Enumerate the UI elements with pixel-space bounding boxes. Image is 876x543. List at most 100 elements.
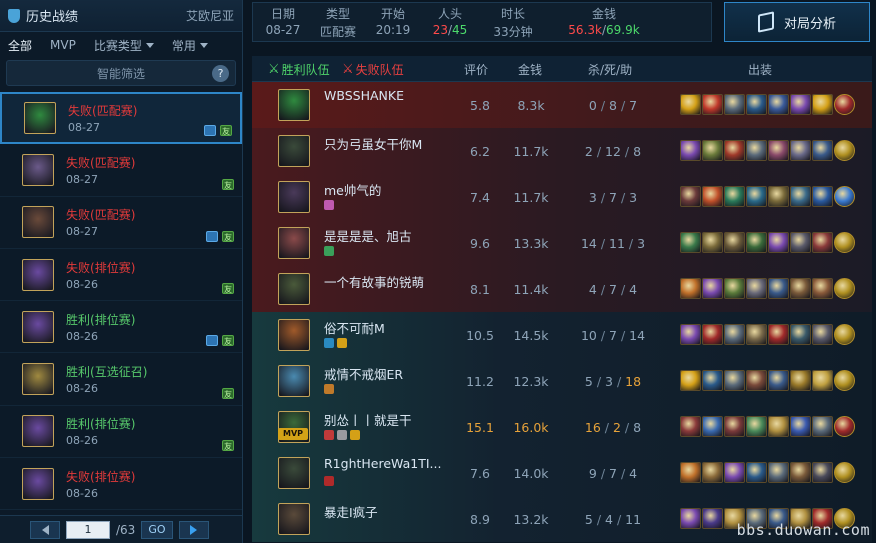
item-icon[interactable]: [768, 416, 789, 437]
item-icon[interactable]: [768, 232, 789, 253]
screenshot-icon[interactable]: [206, 230, 218, 242]
filter-mvp[interactable]: MVP: [50, 38, 76, 52]
item-icon[interactable]: [724, 416, 745, 437]
player-name[interactable]: 俗不可耐M: [324, 318, 385, 337]
prev-page-button[interactable]: [30, 520, 60, 539]
item-icon[interactable]: [746, 324, 767, 345]
item-icon[interactable]: [680, 462, 701, 483]
match-list-item[interactable]: 胜利(排位赛) 08-26 友: [0, 406, 242, 459]
champion-avatar[interactable]: [278, 227, 310, 259]
item-icon[interactable]: [680, 370, 701, 391]
item-icon[interactable]: [768, 278, 789, 299]
item-icon[interactable]: [702, 370, 723, 391]
item-icon[interactable]: [680, 508, 701, 529]
item-icon[interactable]: [680, 140, 701, 161]
item-icon[interactable]: [724, 462, 745, 483]
item-icon[interactable]: [746, 186, 767, 207]
match-analysis-button[interactable]: 对局分析: [724, 2, 870, 42]
item-icon[interactable]: [702, 94, 723, 115]
page-number-input[interactable]: [66, 520, 110, 539]
filter-all[interactable]: 全部: [8, 37, 32, 54]
player-row[interactable]: R1ghtHereWa1TI... 7.6 14.0k 9 / 7 / 4: [252, 450, 872, 496]
item-icon[interactable]: [724, 140, 745, 161]
screenshot-icon[interactable]: [204, 125, 216, 137]
next-page-button[interactable]: [178, 520, 209, 539]
smart-filter-button[interactable]: 智能筛选 ?: [6, 60, 236, 86]
item-icon[interactable]: [790, 324, 811, 345]
item-icon[interactable]: [768, 186, 789, 207]
item-icon[interactable]: [702, 462, 723, 483]
player-row[interactable]: me帅气的 7.4 11.7k 3 / 7 / 3: [252, 174, 872, 220]
item-icon[interactable]: [724, 324, 745, 345]
item-icon[interactable]: [724, 278, 745, 299]
item-icon[interactable]: [746, 94, 767, 115]
item-icon[interactable]: [724, 94, 745, 115]
trinket-icon[interactable]: [834, 324, 855, 345]
trinket-icon[interactable]: [834, 370, 855, 391]
item-icon[interactable]: [702, 278, 723, 299]
match-list-item[interactable]: 失败(排位赛) 08-26: [0, 458, 242, 511]
player-name[interactable]: 只为弓虽女干你M: [324, 134, 422, 153]
item-icon[interactable]: [812, 278, 833, 299]
champion-avatar[interactable]: [278, 365, 310, 397]
player-name[interactable]: 是是是是、旭古: [324, 226, 412, 245]
match-list-item[interactable]: 失败(匹配赛) 08-27 友: [0, 197, 242, 249]
player-name[interactable]: R1ghtHereWa1TI...: [324, 456, 441, 471]
item-icon[interactable]: [790, 232, 811, 253]
match-list-item[interactable]: 失败(排位赛) 08-26 友: [0, 249, 242, 302]
item-icon[interactable]: [680, 324, 701, 345]
item-icon[interactable]: [746, 416, 767, 437]
item-icon[interactable]: [680, 232, 701, 253]
item-icon[interactable]: [702, 186, 723, 207]
item-icon[interactable]: [702, 324, 723, 345]
item-icon[interactable]: [790, 94, 811, 115]
item-icon[interactable]: [680, 94, 701, 115]
item-icon[interactable]: [812, 232, 833, 253]
item-icon[interactable]: [812, 324, 833, 345]
item-icon[interactable]: [790, 416, 811, 437]
match-list-item[interactable]: 胜利(排位赛) 08-26 友: [0, 301, 242, 354]
item-icon[interactable]: [812, 140, 833, 161]
item-icon[interactable]: [812, 416, 833, 437]
item-icon[interactable]: [680, 186, 701, 207]
item-icon[interactable]: [746, 278, 767, 299]
help-icon[interactable]: ?: [212, 65, 229, 82]
item-icon[interactable]: [746, 370, 767, 391]
item-icon[interactable]: [680, 278, 701, 299]
item-icon[interactable]: [768, 370, 789, 391]
item-icon[interactable]: [746, 462, 767, 483]
item-icon[interactable]: [790, 370, 811, 391]
player-row[interactable]: 只为弓虽女干你M 6.2 11.7k 2 / 12 / 8: [252, 128, 872, 174]
trinket-icon[interactable]: [834, 278, 855, 299]
item-icon[interactable]: [812, 94, 833, 115]
item-icon[interactable]: [790, 186, 811, 207]
filter-common[interactable]: 常用: [172, 37, 208, 54]
trinket-icon[interactable]: [834, 94, 855, 115]
item-icon[interactable]: [702, 508, 723, 529]
item-icon[interactable]: [724, 370, 745, 391]
player-row[interactable]: 戒情不戒烟ER 11.2 12.3k 5 / 3 / 18: [252, 358, 872, 404]
champion-avatar[interactable]: [278, 319, 310, 351]
item-icon[interactable]: [702, 140, 723, 161]
item-icon[interactable]: [790, 278, 811, 299]
champion-avatar[interactable]: [278, 89, 310, 121]
champion-avatar[interactable]: [278, 181, 310, 213]
player-row[interactable]: 一个有故事的锐萌 8.1 11.4k 4 / 7 / 4: [252, 266, 872, 312]
trinket-icon[interactable]: [834, 140, 855, 161]
region-selector[interactable]: 艾欧尼亚: [186, 7, 234, 24]
trinket-icon[interactable]: [834, 462, 855, 483]
trinket-icon[interactable]: [834, 232, 855, 253]
match-list-item[interactable]: 失败(匹配赛) 08-27 友: [0, 144, 242, 197]
item-icon[interactable]: [746, 232, 767, 253]
item-icon[interactable]: [812, 462, 833, 483]
item-icon[interactable]: [680, 416, 701, 437]
player-name[interactable]: 一个有故事的锐萌: [324, 272, 424, 291]
item-icon[interactable]: [768, 140, 789, 161]
champion-avatar[interactable]: [278, 273, 310, 305]
champion-avatar[interactable]: [278, 503, 310, 535]
item-icon[interactable]: [724, 232, 745, 253]
item-icon[interactable]: [790, 140, 811, 161]
item-icon[interactable]: [702, 232, 723, 253]
filter-match-type[interactable]: 比赛类型: [94, 37, 154, 54]
player-row[interactable]: MVP 别怂丨丨就是干 15.1 16.0k 16 / 2 / 8: [252, 404, 872, 450]
